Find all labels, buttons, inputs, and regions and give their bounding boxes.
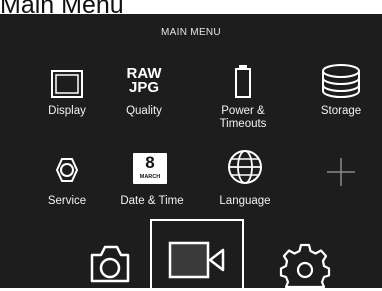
menu-item-label: Date & Time [120,195,184,207]
battery-icon [206,63,280,109]
menu-item-display[interactable]: Display [30,63,104,143]
menu-item-add[interactable] [304,150,378,216]
menu-item-power-timeouts[interactable]: Power & Timeouts [206,63,280,143]
nav-camera[interactable] [75,235,145,289]
plus-icon [304,150,378,196]
jpg-text: JPG [128,79,159,96]
calendar-icon: 8 MARCH [115,150,189,196]
nav-settings[interactable] [270,235,340,289]
menu-item-label: Service [47,195,87,207]
menu-item-label: Quality [126,105,162,117]
menu-item-storage[interactable]: Storage [304,63,378,143]
display-icon [30,63,104,109]
main-menu-screen: MAIN MENU Display RAW JPG Quality Power … [0,14,382,291]
menu-item-label: Storage [320,105,362,117]
menu-item-label: Language [219,195,271,207]
camera-icon [90,245,130,283]
menu-item-label: Power & Timeouts [219,105,267,130]
menu-item-date-time[interactable]: 8 MARCH Date & Time [115,150,189,216]
hex-nut-icon [30,150,104,196]
globe-icon [208,150,282,196]
menu-item-service[interactable]: Service [30,150,104,216]
settings-gear-icon [279,243,331,289]
storage-icon [304,63,378,109]
menu-title: MAIN MENU [161,27,221,38]
raw-jpg-icon: RAW JPG [107,63,181,109]
calendar-day: 8 [145,153,155,172]
menu-item-quality[interactable]: RAW JPG Quality [107,63,181,143]
video-camera-icon [168,241,225,279]
calendar-month: MARCH [139,174,161,180]
menu-item-language[interactable]: Language [208,150,282,216]
menu-item-label: Display [48,105,86,117]
nav-video-selected[interactable] [150,219,244,291]
